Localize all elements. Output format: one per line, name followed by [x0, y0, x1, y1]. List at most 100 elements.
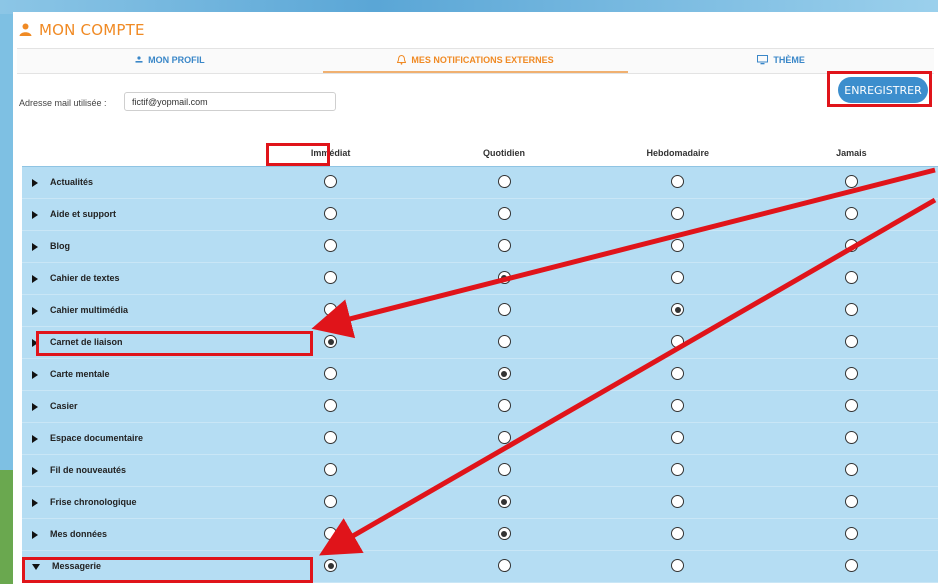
radio-button[interactable] [497, 367, 511, 381]
radio-button[interactable] [324, 335, 338, 349]
option-cell [417, 198, 590, 230]
radio-button[interactable] [497, 431, 511, 445]
save-button[interactable]: ENREGISTRER [838, 77, 928, 103]
row-toggle[interactable]: Carte mentale [22, 358, 244, 390]
radio-button[interactable] [844, 335, 858, 349]
radio-button[interactable] [844, 207, 858, 221]
radio-button[interactable] [497, 495, 511, 509]
row-label: Fil de nouveautés [50, 465, 127, 475]
radio-button[interactable] [671, 431, 685, 445]
radio-button[interactable] [324, 463, 338, 477]
radio-button[interactable] [497, 207, 511, 221]
radio-button[interactable] [671, 239, 685, 253]
radio-button[interactable] [671, 399, 685, 413]
radio-button[interactable] [844, 495, 858, 509]
radio-button[interactable] [844, 367, 858, 381]
radio-button[interactable] [671, 367, 685, 381]
row-toggle[interactable]: Espace documentaire [22, 422, 244, 454]
option-cell [591, 230, 765, 262]
radio-button[interactable] [324, 303, 338, 317]
row-label: Mes données [50, 529, 108, 539]
radio-button[interactable] [324, 175, 338, 189]
row-toggle[interactable]: Fil de nouveautés [22, 454, 244, 486]
tab-notifications[interactable]: MES NOTIFICATIONS EXTERNES [322, 49, 629, 73]
radio-button[interactable] [844, 463, 858, 477]
row-toggle[interactable]: Cahier multimédia [22, 294, 244, 326]
radio-button[interactable] [671, 495, 685, 509]
option-cell [417, 230, 590, 262]
option-cell [417, 326, 590, 358]
table-header-blank [22, 140, 244, 166]
radio-button[interactable] [497, 399, 511, 413]
radio-button[interactable] [324, 271, 338, 285]
tab-theme[interactable]: THÈME [628, 49, 934, 73]
radio-button[interactable] [844, 175, 858, 189]
option-cell [765, 294, 938, 326]
option-cell [244, 422, 417, 454]
radio-button[interactable] [844, 239, 858, 253]
radio-button[interactable] [497, 175, 511, 189]
radio-button[interactable] [844, 271, 858, 285]
radio-button[interactable] [324, 527, 338, 541]
radio-button[interactable] [324, 431, 338, 445]
radio-button[interactable] [497, 527, 511, 541]
radio-button[interactable] [844, 559, 858, 573]
radio-button[interactable] [671, 527, 685, 541]
radio-button[interactable] [671, 463, 685, 477]
radio-button[interactable] [324, 399, 338, 413]
table-row: Carte mentale [22, 358, 938, 390]
radio-button[interactable] [671, 303, 685, 317]
option-cell [591, 326, 765, 358]
radio-button[interactable] [324, 239, 338, 253]
radio-button[interactable] [844, 399, 858, 413]
radio-button[interactable] [497, 239, 511, 253]
caret-right-icon [32, 178, 38, 187]
option-cell [591, 390, 765, 422]
row-toggle[interactable]: Casier [22, 390, 244, 422]
radio-button[interactable] [497, 335, 511, 349]
radio-button[interactable] [671, 175, 685, 189]
table-row: Cahier de textes [22, 262, 938, 294]
row-toggle[interactable]: Blog [22, 230, 244, 262]
option-cell [417, 166, 590, 198]
row-label: Actualités [50, 177, 94, 187]
table-row: Actualités [22, 166, 938, 198]
notifications-table: Immédiat Quotidien Hebdomadaire Jamais A… [22, 140, 938, 583]
radio-button[interactable] [324, 495, 338, 509]
radio-button[interactable] [324, 207, 338, 221]
row-toggle[interactable]: Aide et support [22, 198, 244, 230]
radio-button[interactable] [324, 559, 338, 573]
radio-button[interactable] [844, 431, 858, 445]
row-toggle[interactable]: Mes données [22, 518, 244, 550]
radio-button[interactable] [497, 559, 511, 573]
option-cell [417, 262, 590, 294]
caret-right-icon [32, 434, 38, 443]
option-cell [591, 262, 765, 294]
row-toggle[interactable]: Frise chronologique [22, 486, 244, 518]
radio-button[interactable] [671, 559, 685, 573]
table-row: Cahier multimédia [22, 294, 938, 326]
table-row: Espace documentaire [22, 422, 938, 454]
radio-button[interactable] [497, 463, 511, 477]
option-cell [765, 422, 938, 454]
option-cell [765, 518, 938, 550]
radio-button[interactable] [671, 207, 685, 221]
row-label: Cahier multimédia [50, 305, 129, 315]
radio-button[interactable] [497, 303, 511, 317]
column-header-jamais: Jamais [836, 147, 867, 158]
option-cell [591, 550, 765, 582]
radio-button[interactable] [844, 527, 858, 541]
radio-button[interactable] [324, 367, 338, 381]
column-header-quotidien: Quotidien [483, 147, 526, 158]
tab-profile[interactable]: MON PROFIL [17, 49, 323, 73]
row-toggle[interactable]: Cahier de textes [22, 262, 244, 294]
option-cell [417, 518, 590, 550]
option-cell [765, 326, 938, 358]
row-toggle[interactable]: Actualités [22, 166, 244, 198]
caret-right-icon [32, 402, 38, 411]
radio-button[interactable] [497, 271, 511, 285]
radio-button[interactable] [671, 335, 685, 349]
radio-button[interactable] [844, 303, 858, 317]
radio-button[interactable] [671, 271, 685, 285]
email-field[interactable] [124, 92, 336, 111]
